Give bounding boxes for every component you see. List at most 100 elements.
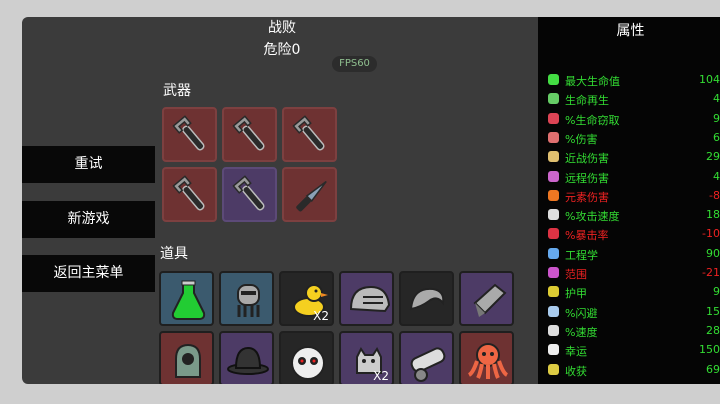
stat-value: 15 (706, 304, 720, 318)
stat-label: 元素伤害 (565, 190, 609, 204)
stat-row: %生命窃取 9 (548, 110, 720, 128)
stat-value: 9 (713, 111, 720, 125)
stat-row: 远程伤害 4 (548, 168, 720, 186)
stat-row: 幸运 150 (548, 341, 720, 359)
weapon-slot-wrench[interactable] (162, 107, 217, 162)
stat-row: %速度 28 (548, 322, 720, 340)
harvest-icon (548, 363, 559, 375)
stat-value: 29 (706, 150, 720, 164)
stat-value: 150 (699, 343, 720, 357)
item-slot[interactable] (219, 271, 274, 326)
stat-value: 4 (713, 92, 720, 106)
wrench-icon (232, 115, 265, 151)
stat-label: %攻击速度 (565, 210, 620, 224)
item-slot[interactable] (339, 271, 394, 326)
stats-panel: 属性 最大生命值 104 生命再生 4 %生命窃取 9 %伤害 6 近战伤害 29 远程伤害 4 元素伤… (538, 17, 720, 384)
stat-label: 近战伤害 (565, 152, 609, 166)
item-quantity: X2 (373, 369, 389, 383)
new-game-button[interactable]: 新游戏 (22, 201, 155, 238)
stat-row: 范围 -21 (548, 264, 720, 282)
weapon-slot-wrench[interactable] (222, 167, 277, 222)
item-slot[interactable] (159, 331, 214, 384)
stat-value: 90 (706, 246, 720, 260)
muscle-icon (548, 131, 559, 143)
danger-level: 危险0 (263, 42, 301, 58)
crystal-icon (473, 283, 507, 317)
item-slot[interactable] (459, 331, 514, 384)
stat-label: 工程学 (565, 248, 598, 262)
item-slot[interactable] (399, 331, 454, 384)
crit-icon (548, 228, 559, 240)
stat-label: 收获 (565, 364, 587, 378)
stat-label: 生命再生 (565, 94, 609, 108)
stat-label: %闪避 (565, 306, 598, 320)
result-status: 战败 (268, 20, 296, 36)
mask-icon (291, 346, 325, 380)
stat-row: %暴击率 -10 (548, 225, 720, 243)
range-icon (548, 267, 559, 278)
stat-label: %生命窃取 (565, 113, 620, 127)
stat-value: -21 (702, 266, 720, 279)
stat-row: %伤害 6 (548, 129, 720, 147)
item-slot[interactable]: X2 (279, 271, 334, 326)
retry-button[interactable]: 重试 (22, 146, 155, 183)
shield-icon (548, 286, 559, 298)
stat-row: 元素伤害 -8 (548, 187, 720, 205)
wave-icon (409, 287, 445, 311)
stat-value: 9 (713, 285, 720, 299)
stat-label: %速度 (565, 325, 598, 339)
robot-icon (237, 284, 260, 317)
stat-label: 幸运 (565, 345, 587, 359)
main-menu-button[interactable]: 返回主菜单 (22, 255, 155, 292)
octopus-icon (467, 343, 509, 379)
item-slot[interactable] (459, 271, 514, 326)
dice-icon (548, 344, 559, 356)
fang-icon (548, 112, 559, 124)
sword-icon (548, 151, 559, 163)
item-slot[interactable] (279, 331, 334, 384)
stat-label: %暴击率 (565, 229, 609, 243)
stat-value: 18 (706, 208, 720, 222)
knife-icon (296, 180, 327, 212)
fps-counter: FPS60 (332, 56, 377, 72)
item-slot[interactable]: X2 (339, 331, 394, 384)
helmet-icon (349, 285, 391, 313)
wrench-icon (292, 115, 325, 151)
stat-row: 工程学 90 (548, 245, 720, 263)
stats-title: 属性 (616, 23, 645, 39)
stat-label: 远程伤害 (565, 171, 609, 185)
bow-icon (548, 170, 559, 182)
wrench-icon (232, 175, 265, 211)
stat-row: 收获 69 (548, 361, 720, 379)
wrench-icon (548, 247, 559, 259)
stat-row: %攻击速度 18 (548, 206, 720, 224)
hourglass-icon (548, 209, 559, 221)
alien-icon (175, 343, 201, 378)
stat-label: %伤害 (565, 132, 598, 146)
stat-row: 护甲 9 (548, 283, 720, 301)
stat-value: -8 (709, 188, 720, 202)
item-quantity: X2 (313, 309, 329, 323)
stat-value: -10 (702, 227, 720, 241)
stat-value: 104 (699, 73, 720, 86)
stat-label: 护甲 (565, 287, 587, 301)
stat-value: 69 (706, 362, 720, 376)
stat-value: 4 (713, 169, 720, 183)
weapon-slot-wrench[interactable] (282, 107, 337, 162)
weapon-slot-wrench[interactable] (162, 167, 217, 222)
heart-icon (548, 74, 559, 85)
wrench-icon (172, 175, 205, 211)
item-slot[interactable] (159, 271, 214, 326)
weapon-slot-knife[interactable] (282, 167, 337, 222)
wrench-icon (172, 115, 205, 151)
items-heading: 道具 (160, 246, 188, 262)
weapon-slot-wrench[interactable] (222, 107, 277, 162)
dodge-icon (548, 305, 559, 317)
potion-icon (171, 280, 206, 320)
regen-icon (548, 93, 559, 105)
item-slot[interactable] (219, 331, 274, 384)
stat-row: %闪避 15 (548, 303, 720, 321)
item-slot[interactable] (399, 271, 454, 326)
stat-row: 最大生命值 104 (548, 71, 720, 89)
cannon-icon (410, 347, 446, 382)
